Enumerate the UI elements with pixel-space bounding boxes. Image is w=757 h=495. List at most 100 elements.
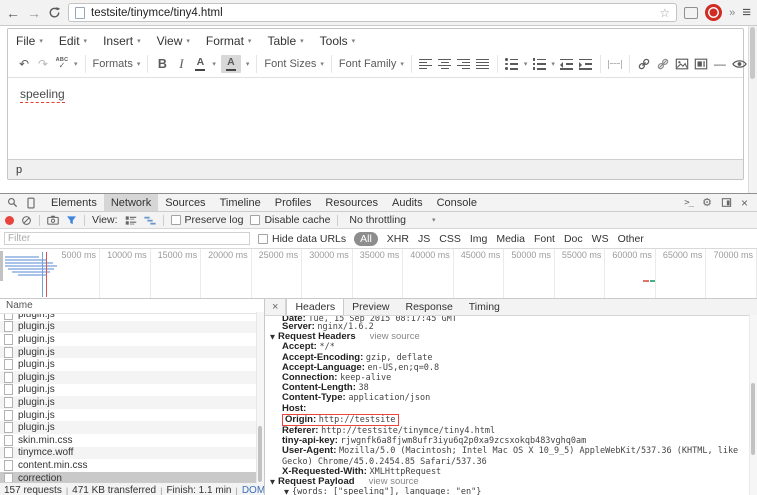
request-row-plugin-js[interactable]: plugin.js [0, 409, 264, 422]
reload-icon[interactable] [48, 6, 61, 19]
details-tab-headers[interactable]: Headers [286, 299, 344, 315]
filter-type-media[interactable]: Media [496, 233, 525, 245]
horizontal-rule-icon[interactable]: — [713, 55, 727, 73]
redo-icon[interactable]: ↷ [36, 55, 50, 73]
panel-tab-timeline[interactable]: Timeline [213, 194, 268, 211]
align-left-icon[interactable] [419, 55, 433, 73]
filter-type-all[interactable]: All [354, 232, 378, 246]
gear-icon[interactable]: ⚙ [702, 196, 712, 209]
align-justify-icon[interactable] [476, 55, 490, 73]
payload-preview[interactable]: ▼{words: ["speeling"], language: "en"} [268, 487, 757, 495]
menu-tools[interactable]: Tools▾ [320, 34, 356, 48]
overflow-icon[interactable]: » [729, 7, 735, 19]
align-right-icon[interactable] [457, 55, 471, 73]
expand-triangle-icon[interactable]: ▼ [270, 333, 275, 341]
request-row-tinymce-woff[interactable]: tinymce.woff [0, 447, 264, 460]
panel-tab-console[interactable]: Console [430, 194, 484, 211]
bold-button[interactable]: B [155, 55, 169, 73]
extension-icon[interactable] [684, 7, 698, 19]
view-source-link[interactable]: view source [369, 476, 419, 487]
request-row-correction[interactable]: correction [0, 472, 264, 482]
close-details-icon[interactable]: × [265, 299, 286, 315]
link-icon[interactable] [637, 55, 651, 73]
request-row-plugin-js[interactable]: plugin.js [0, 384, 264, 397]
menu-file[interactable]: File▾ [16, 34, 43, 48]
menu-edit[interactable]: Edit▾ [59, 34, 87, 48]
menu-insert[interactable]: Insert▾ [103, 34, 141, 48]
details-tab-timing[interactable]: Timing [461, 299, 508, 315]
menu-format[interactable]: Format▾ [206, 34, 252, 48]
font-family-dropdown[interactable]: Font Family▾ [339, 58, 404, 70]
view-waterfall-icon[interactable] [144, 215, 156, 226]
details-tab-response[interactable]: Response [398, 299, 461, 315]
details-scrollbar[interactable] [749, 315, 757, 495]
request-row-plugin-js[interactable]: plugin.js [0, 358, 264, 371]
details-scrollbar-thumb[interactable] [751, 383, 755, 455]
request-row-skin-min-css[interactable]: skin.min.css [0, 434, 264, 447]
panel-tab-profiles[interactable]: Profiles [268, 194, 319, 211]
section-request-headers[interactable]: ▼Request Headersview source [268, 332, 757, 342]
text-color-caret-icon[interactable]: ▾ [212, 60, 216, 68]
media-icon[interactable] [694, 55, 708, 73]
align-center-icon[interactable] [438, 55, 452, 73]
network-overview-timeline[interactable]: 5000 ms10000 ms15000 ms20000 ms25000 ms3… [0, 249, 757, 299]
spellcheck-icon[interactable]: ABC ✓ [55, 55, 69, 73]
element-path[interactable]: p [16, 164, 22, 176]
filter-type-xhr[interactable]: XHR [387, 233, 409, 245]
menu-table[interactable]: Table▾ [267, 34, 303, 48]
indent-icon[interactable] [579, 55, 593, 73]
request-row-content-min-css[interactable]: content.min.css [0, 459, 264, 472]
background-color-caret-icon[interactable]: ▾ [246, 60, 250, 68]
section-request-payload[interactable]: ▼Request Payloadview source [268, 477, 757, 487]
hide-data-urls-checkbox[interactable]: Hide data URLs [258, 233, 346, 245]
view-source-link[interactable]: view source [370, 331, 420, 342]
request-row-plugin-js[interactable]: plugin.js [0, 421, 264, 434]
menu-view[interactable]: View▾ [157, 34, 190, 48]
bullet-list-icon[interactable] [505, 55, 519, 73]
image-icon[interactable] [675, 55, 689, 73]
dock-side-icon[interactable] [721, 197, 732, 208]
text-color-button[interactable]: A [193, 55, 207, 73]
filter-type-css[interactable]: CSS [439, 233, 461, 245]
nonbreaking-space-icon[interactable] [608, 55, 622, 73]
preserve-log-checkbox[interactable]: Preserve log [171, 214, 244, 226]
unlink-icon[interactable] [656, 55, 670, 73]
panel-tab-network[interactable]: Network [104, 194, 158, 211]
filter-type-img[interactable]: Img [470, 233, 488, 245]
page-scrollbar-thumb[interactable] [750, 27, 755, 79]
panel-tab-elements[interactable]: Elements [44, 194, 104, 211]
panel-tab-sources[interactable]: Sources [158, 194, 212, 211]
undo-icon[interactable]: ↶ [17, 55, 31, 73]
outdent-icon[interactable] [560, 55, 574, 73]
bullet-list-caret-icon[interactable]: ▾ [524, 60, 528, 68]
italic-button[interactable]: I [174, 55, 188, 73]
formats-dropdown[interactable]: Formats▾ [93, 58, 141, 70]
numbered-list-icon[interactable] [532, 55, 546, 73]
address-bar[interactable]: testsite/tinymce/tiny4.html ☆ [68, 3, 677, 22]
screenshot-camera-icon[interactable] [47, 215, 59, 225]
view-list-icon[interactable] [125, 215, 137, 226]
back-icon[interactable]: ← [6, 6, 20, 20]
page-scrollbar[interactable] [748, 26, 757, 193]
background-color-button[interactable]: A [221, 55, 241, 73]
filter-input[interactable] [4, 232, 250, 245]
name-column-header[interactable]: Name [0, 299, 264, 314]
throttling-dropdown[interactable]: No throttling ▾ [345, 214, 435, 226]
filter-type-font[interactable]: Font [534, 233, 555, 245]
filter-type-ws[interactable]: WS [592, 233, 609, 245]
disable-cache-checkbox[interactable]: Disable cache [250, 214, 330, 226]
editor-content[interactable]: speeling [8, 78, 743, 159]
console-drawer-icon[interactable]: >_ [684, 198, 693, 208]
request-row-plugin-js[interactable]: plugin.js [0, 346, 264, 359]
request-row-plugin-js[interactable]: plugin.js [0, 314, 264, 321]
forward-icon[interactable]: → [27, 6, 41, 20]
filter-type-js[interactable]: JS [418, 233, 430, 245]
bookmark-star-icon[interactable]: ☆ [659, 6, 670, 20]
filter-type-doc[interactable]: Doc [564, 233, 583, 245]
expand-triangle-icon[interactable]: ▼ [284, 488, 289, 495]
filter-funnel-icon[interactable] [66, 215, 77, 226]
request-row-plugin-js[interactable]: plugin.js [0, 396, 264, 409]
device-mode-icon[interactable] [26, 197, 36, 209]
panel-tab-audits[interactable]: Audits [385, 194, 430, 211]
preview-eye-icon[interactable] [732, 55, 747, 73]
